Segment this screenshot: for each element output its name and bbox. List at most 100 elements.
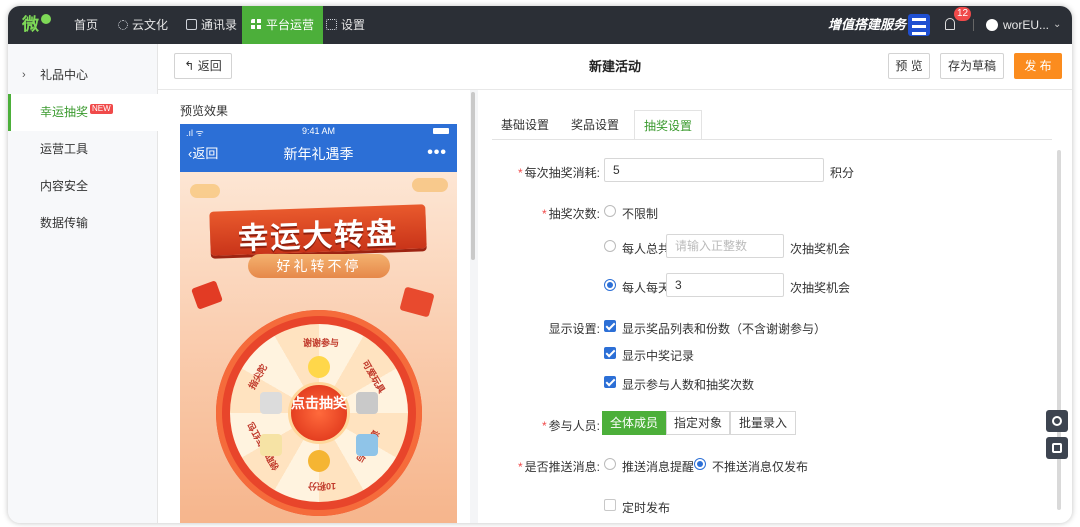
chevron-right-icon: › <box>22 69 26 81</box>
show-winning-records-label: 显示中奖记录 <box>622 349 695 363</box>
settings-panel: 基础设置 奖品设置 抽奖设置 * 每次抽奖消耗: 5 积分 * 抽奖次数: 不限制 … <box>478 90 1072 523</box>
new-badge: NEW <box>90 104 113 114</box>
avatar[interactable] <box>986 19 998 31</box>
nav-contacts-label: 通讯录 <box>201 18 238 32</box>
lottery-banner: 幸运大转盘 <box>209 204 427 256</box>
sidebar-item-gift-center[interactable]: › 礼品中心 <box>8 57 158 94</box>
phone-title: 新年礼遇季 <box>283 146 354 162</box>
bell-icon[interactable] <box>945 18 955 30</box>
preview-panel: 预览效果 .ıl ᯤ 9:41 AM ‹返回 新年礼遇季 ••• 幸运大转盘 好… <box>158 90 475 523</box>
points-coin-icon <box>308 450 330 472</box>
show-prize-list-checkbox[interactable] <box>604 320 616 332</box>
tab-prize-settings[interactable]: 奖品设置 <box>560 110 630 140</box>
notification-badge: 12 <box>954 7 972 21</box>
save-draft-button[interactable]: 存为草稿 <box>940 53 1004 79</box>
contacts-icon <box>186 19 197 30</box>
per-total-option-label: 每人总共 <box>622 242 671 256</box>
tab-draw-settings[interactable]: 抽奖设置 <box>634 110 702 140</box>
tab-divider <box>492 139 1052 140</box>
svg-text:微: 微 <box>22 14 40 35</box>
page-title: 新建活动 <box>588 59 641 74</box>
show-winning-records-checkbox[interactable] <box>604 347 616 359</box>
per-total-radio[interactable] <box>604 240 616 252</box>
chevron-down-icon[interactable]: ⌄ <box>1053 6 1061 44</box>
nav-settings[interactable]: 设置 <box>326 6 365 44</box>
push-message-label-text: 是否推送消息: <box>524 460 600 474</box>
per-day-input[interactable]: 3 <box>666 273 784 297</box>
sidebar-item-label: 数据传输 <box>40 216 89 230</box>
sidebar-item-label: 礼品中心 <box>40 68 89 82</box>
per-day-option-label: 每人每天 <box>622 281 671 295</box>
sector-label: 可爱玩具 <box>360 358 387 395</box>
app-window: 微 首页 云文化 通讯录 平台运营 设置 增值搭建服务 12 worEU... … <box>8 6 1072 523</box>
status-time: 9:41 AM <box>301 126 336 136</box>
sidebar-item-operation-tools[interactable]: 运营工具 <box>8 131 158 168</box>
sidebar-item-label: 内容安全 <box>40 179 89 193</box>
banner-subtitle: 好礼转不停 <box>248 254 390 278</box>
red-envelope-prize-icon <box>260 434 282 456</box>
nav-platform-operations-label: 平台运营 <box>266 18 315 32</box>
push-remind-radio[interactable] <box>604 458 616 470</box>
nav-cloud-culture[interactable]: 云文化 <box>118 6 168 44</box>
grid-icon <box>251 19 262 30</box>
cost-input[interactable]: 5 <box>604 158 824 182</box>
nav-cloud-culture-label: 云文化 <box>132 18 169 32</box>
publish-only-label: 不推送消息仅发布 <box>712 460 809 474</box>
nav-home[interactable]: 首页 <box>74 6 98 44</box>
more-icon: ••• <box>427 144 447 161</box>
participants-specified[interactable]: 指定对象 <box>666 411 730 435</box>
tab-basic-settings[interactable]: 基础设置 <box>492 110 558 140</box>
sector-label: 10积分 <box>308 481 337 491</box>
show-participants-checkbox[interactable] <box>604 376 616 388</box>
per-total-input[interactable]: 请输入正整数 <box>666 234 784 258</box>
value-added-service-link[interactable]: 增值搭建服务 <box>828 6 906 44</box>
sidebar-item-label: 幸运抽奖 <box>40 105 89 119</box>
nav-contacts[interactable]: 通讯录 <box>186 6 237 44</box>
push-message-label: * 是否推送消息: <box>517 460 600 474</box>
page-header: ↰ 返回 新建活动 预 览 存为草稿 发 布 <box>158 44 1072 90</box>
phone-status-bar: .ıl ᯤ 9:41 AM <box>180 124 457 138</box>
user-name[interactable]: worEU... <box>1003 6 1049 44</box>
draw-times-label: * 抽奖次数: <box>541 207 600 221</box>
unlimited-radio[interactable] <box>604 205 616 217</box>
emoji-prize-icon <box>308 356 330 378</box>
scheduled-publish-checkbox[interactable] <box>604 499 616 511</box>
unlimited-option-label: 不限制 <box>622 207 659 221</box>
per-day-radio[interactable] <box>604 279 616 291</box>
per-total-unit: 次抽奖机会 <box>790 242 851 256</box>
sidebar-item-content-security[interactable]: 内容安全 <box>8 168 158 205</box>
gold-coin-decoration <box>190 184 220 198</box>
preview-button[interactable]: 预 览 <box>888 53 930 79</box>
push-remind-label: 推送消息提醒 <box>622 460 695 474</box>
sidebar-item-lucky-draw[interactable]: 幸运抽奖 NEW <box>8 94 158 131</box>
phone-nav-bar: ‹返回 新年礼遇季 ••• <box>180 138 457 172</box>
draw-times-label-text: 抽奖次数: <box>548 207 600 221</box>
participants-all-members[interactable]: 全体成员 <box>602 411 666 435</box>
scheduled-publish-label: 定时发布 <box>622 501 671 515</box>
nav-home-label: 首页 <box>74 18 99 32</box>
publish-button[interactable]: 发 布 <box>1014 53 1062 79</box>
show-prize-list-label: 显示奖品列表和份数（不含谢谢参与） <box>622 322 827 336</box>
preview-scrollbar[interactable] <box>471 92 475 260</box>
show-participants-label: 显示参与人数和抽奖次数 <box>622 378 755 392</box>
per-day-unit: 次抽奖机会 <box>790 281 851 295</box>
nav-settings-label: 设置 <box>341 18 366 32</box>
cost-unit: 积分 <box>830 166 855 180</box>
draw-button-label: 点击抽奖 <box>291 395 347 411</box>
publish-only-radio[interactable] <box>694 458 706 470</box>
sector-label: 谢谢参与 <box>303 338 340 348</box>
chat-icon[interactable] <box>1046 410 1068 432</box>
preview-label: 预览效果 <box>180 104 229 118</box>
toy-prize-icon <box>356 392 378 414</box>
nav-platform-operations[interactable]: 平台运营 <box>242 6 324 44</box>
participants-batch-import[interactable]: 批量录入 <box>730 411 796 435</box>
sun-icon <box>118 20 128 30</box>
draw-button: 点击抽奖 <box>288 382 350 444</box>
prize-wheel: 谢谢参与 可爱玩具 谢谢参与 10积分 领取新年红包 指尖陀 点击抽奖 <box>216 310 422 516</box>
gold-coin-decoration <box>412 178 448 192</box>
phone-call-icon[interactable] <box>1046 437 1068 459</box>
service-hand-icon[interactable] <box>908 14 930 36</box>
app-logo: 微 <box>22 14 51 35</box>
sidebar-item-data-transfer[interactable]: 数据传输 <box>8 205 158 242</box>
battery-icon <box>433 128 449 134</box>
